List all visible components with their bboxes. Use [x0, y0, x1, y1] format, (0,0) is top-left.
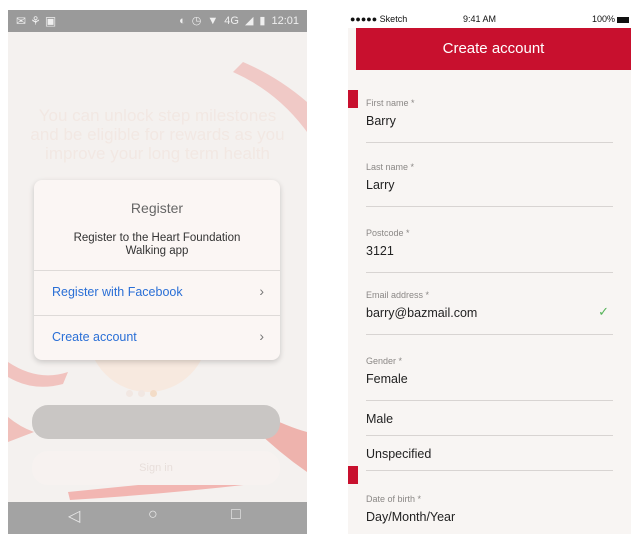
page-dot-active	[150, 390, 157, 397]
field-value: Female	[366, 372, 408, 386]
gender-field[interactable]: Gender * Female	[366, 356, 613, 401]
field-label: Last name *	[366, 162, 415, 172]
gender-option-male[interactable]: Male	[366, 403, 613, 436]
battery-icon: ▮	[259, 15, 266, 27]
field-value: 3121	[366, 244, 394, 258]
option-label: Male	[366, 412, 394, 426]
decorative-red-tab	[348, 466, 358, 484]
field-value: barry@bazmail.com	[366, 306, 478, 320]
option-label: Register with Facebook	[52, 285, 183, 299]
status-right-icons: ◐ ◷ ▼ 4G ◢ ▮ 12:01	[173, 14, 299, 27]
notification-icon: ✉	[16, 14, 31, 28]
create-account-header: Create account	[356, 28, 631, 70]
option-label: Unspecified	[366, 447, 432, 461]
page-dot	[138, 390, 145, 397]
android-status-bar: ✉⚘▣ ◐ ◷ ▼ 4G ◢ ▮ 12:01	[8, 10, 307, 32]
email-field[interactable]: Email address * barry@bazmail.com ✓	[366, 290, 613, 335]
signal-icon: ◢	[244, 15, 254, 27]
sign-in-button[interactable]: Sign in	[32, 451, 280, 485]
postcode-field[interactable]: Postcode * 3121	[366, 228, 613, 273]
status-time: 9:41 AM	[463, 14, 497, 24]
field-label: Gender *	[366, 356, 403, 366]
chevron-right-icon: ›	[259, 328, 264, 344]
back-icon[interactable]: ◁	[68, 506, 80, 526]
4g-icon: 4G	[224, 15, 239, 27]
field-value: Day/Month/Year	[366, 510, 456, 524]
usb-icon: ⚘	[30, 14, 45, 28]
field-label: Postcode *	[366, 228, 410, 238]
field-value: Larry	[366, 178, 395, 192]
android-nav-bar: ◁ ○ □	[8, 502, 307, 534]
field-label: Date of birth *	[366, 494, 422, 504]
dialog-title: Register	[130, 200, 184, 216]
first-name-field[interactable]: First name * Barry	[366, 98, 613, 143]
carrier-label: ●●●●● Sketch	[350, 14, 408, 24]
register-button-faded[interactable]	[32, 405, 280, 439]
battery-indicator: 100%	[592, 14, 629, 24]
battery-icon	[617, 16, 629, 23]
alarm-icon: ◷	[191, 15, 202, 27]
cast-icon: ◐	[179, 15, 186, 27]
register-with-facebook-option[interactable]: Register with Facebook ›	[34, 270, 280, 315]
recents-icon[interactable]: □	[231, 506, 241, 524]
page-indicator	[126, 384, 196, 397]
chevron-right-icon: ›	[259, 283, 264, 299]
status-time: 12:01	[271, 15, 299, 27]
home-icon[interactable]: ○	[148, 506, 158, 524]
status-left-icons: ✉⚘▣	[16, 14, 60, 28]
android-phone-screen: ✉⚘▣ ◐ ◷ ▼ 4G ◢ ▮ 12:01 You can unlock step mil…	[8, 10, 307, 534]
last-name-field[interactable]: Last name * Larry	[366, 162, 613, 207]
ios-status-bar: ●●●●● Sketch 9:41 AM 100%	[348, 10, 631, 28]
option-label: Create account	[52, 330, 137, 344]
create-account-option[interactable]: Create account ›	[34, 315, 280, 360]
wifi-icon: ▼	[207, 15, 219, 27]
field-value: Barry	[366, 114, 396, 128]
register-dialog: Register Register to the Heart Foundatio…	[34, 180, 280, 360]
page-dot	[126, 390, 133, 397]
field-label: Email address *	[366, 290, 430, 300]
image-icon: ▣	[44, 14, 61, 28]
battery-percent: 100%	[591, 14, 615, 24]
onboarding-background-text: You can unlock step milestones and be el…	[30, 106, 285, 163]
gender-option-unspecified[interactable]: Unspecified	[366, 438, 613, 471]
ios-phone-screen: ●●●●● Sketch 9:41 AM 100% Create account…	[348, 10, 631, 534]
date-of-birth-field[interactable]: Date of birth * Day/Month/Year	[366, 494, 613, 534]
field-label: First name *	[366, 98, 415, 108]
dialog-description: Register to the Heart Foundation Walking…	[73, 232, 241, 257]
valid-check-icon: ✓	[598, 304, 609, 319]
decorative-red-tab	[348, 90, 358, 108]
